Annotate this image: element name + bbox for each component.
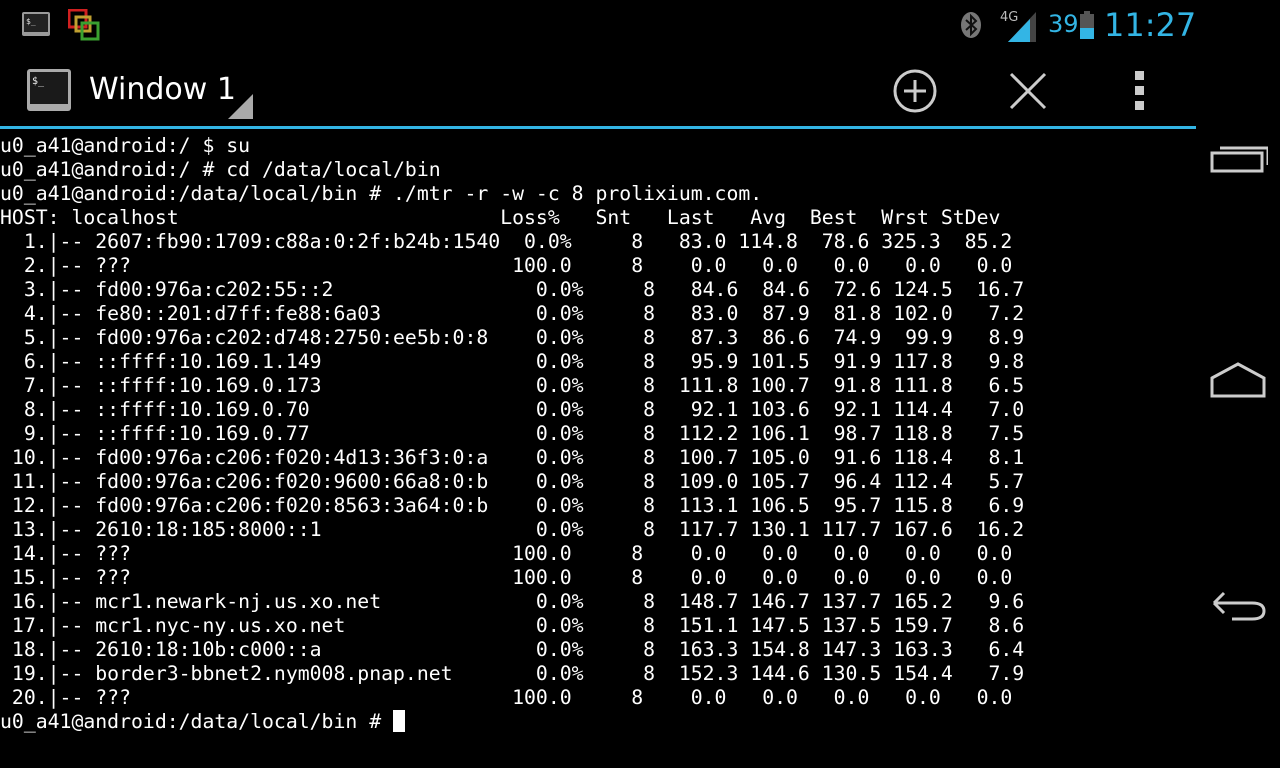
add-window-button[interactable] bbox=[891, 68, 939, 114]
terminal-line: 8.|-- ::ffff:10.169.0.70 0.0% 8 92.1 103… bbox=[0, 398, 1025, 421]
terminal-notification-icon[interactable]: $_ bbox=[21, 11, 51, 37]
terminal-app-icon: $_ bbox=[27, 69, 71, 111]
terminal-line: 7.|-- ::ffff:10.169.0.173 0.0% 8 111.8 1… bbox=[0, 374, 1025, 397]
navigation-bar bbox=[1196, 0, 1280, 768]
terminal-line: 1.|-- 2607:fb90:1709:c88a:0:2f:b24b:1540… bbox=[0, 230, 1013, 253]
bluetooth-icon bbox=[961, 12, 981, 38]
terminal-line: 17.|-- mcr1.nyc-ny.us.xo.net 0.0% 8 151.… bbox=[0, 614, 1025, 637]
terminal-line: HOST: localhost Loss% Snt Last Avg Best … bbox=[0, 206, 1001, 229]
status-bar: $_ 4G 39 11:27 bbox=[0, 0, 1196, 50]
battery-icon bbox=[1080, 11, 1094, 39]
terminal-line: 11.|-- fd00:976a:c206:f020:9600:66a8:0:b… bbox=[0, 470, 1025, 493]
text-cursor bbox=[393, 710, 406, 732]
recent-apps-button[interactable] bbox=[1208, 139, 1268, 183]
spinner-triangle-icon[interactable] bbox=[228, 94, 253, 119]
terminal-line: 16.|-- mcr1.newark-nj.us.xo.net 0.0% 8 1… bbox=[0, 590, 1025, 613]
terminal-line: 5.|-- fd00:976a:c202:d748:2750:ee5b:0:8 … bbox=[0, 326, 1025, 349]
network-label: 4G bbox=[1000, 10, 1018, 25]
multiwindow-icon[interactable] bbox=[68, 9, 100, 41]
terminal-line: 12.|-- fd00:976a:c206:f020:8563:3a64:0:b… bbox=[0, 494, 1025, 517]
home-button[interactable] bbox=[1208, 358, 1268, 402]
overflow-menu-button[interactable] bbox=[1118, 68, 1166, 114]
terminal-line: 20.|-- ??? 100.0 8 0.0 0.0 0.0 0.0 0.0 bbox=[0, 686, 1013, 709]
clock: 11:27 bbox=[1104, 6, 1197, 44]
terminal-prompt-line[interactable]: u0_a41@android:/data/local/bin # bbox=[0, 710, 1196, 734]
terminal-line: u0_a41@android:/ # cd /data/local/bin bbox=[0, 158, 441, 181]
terminal-line: 3.|-- fd00:976a:c202:55::2 0.0% 8 84.6 8… bbox=[0, 278, 1025, 301]
close-window-button[interactable] bbox=[1004, 68, 1052, 114]
terminal-line: 13.|-- 2610:18:185:8000::1 0.0% 8 117.7 … bbox=[0, 518, 1025, 541]
svg-text:$_: $_ bbox=[26, 17, 36, 26]
window-title[interactable]: Window 1 bbox=[89, 72, 236, 107]
terminal-line: 4.|-- fe80::201:d7ff:fe88:6a03 0.0% 8 83… bbox=[0, 302, 1025, 325]
terminal-line: 9.|-- ::ffff:10.169.0.77 0.0% 8 112.2 10… bbox=[0, 422, 1025, 445]
terminal-line: 18.|-- 2610:18:10b:c000::a 0.0% 8 163.3 … bbox=[0, 638, 1025, 661]
terminal-line: 6.|-- ::ffff:10.169.1.149 0.0% 8 95.9 10… bbox=[0, 350, 1025, 373]
terminal-output[interactable]: u0_a41@android:/ $ su u0_a41@android:/ # … bbox=[0, 134, 1196, 768]
terminal-lines: u0_a41@android:/ $ su u0_a41@android:/ # … bbox=[0, 134, 1196, 710]
battery-level: 39 bbox=[1048, 10, 1079, 38]
terminal-line: 19.|-- border3-bbnet2.nym008.pnap.net 0.… bbox=[0, 662, 1025, 685]
terminal-prompt: u0_a41@android:/data/local/bin # bbox=[0, 710, 394, 733]
terminal-line: 10.|-- fd00:976a:c206:f020:4d13:36f3:0:a… bbox=[0, 446, 1025, 469]
action-bar: $_ Window 1 bbox=[0, 50, 1196, 129]
back-button[interactable] bbox=[1208, 583, 1268, 627]
terminal-line: u0_a41@android:/ $ su bbox=[0, 134, 251, 157]
terminal-line: 15.|-- ??? 100.0 8 0.0 0.0 0.0 0.0 0.0 bbox=[0, 566, 1013, 589]
terminal-line: 14.|-- ??? 100.0 8 0.0 0.0 0.0 0.0 0.0 bbox=[0, 542, 1013, 565]
signal-4g-icon: 4G bbox=[1000, 10, 1036, 42]
terminal-line: u0_a41@android:/data/local/bin # ./mtr -… bbox=[0, 182, 763, 205]
svg-text:$_: $_ bbox=[32, 76, 45, 87]
terminal-line: 2.|-- ??? 100.0 8 0.0 0.0 0.0 0.0 0.0 bbox=[0, 254, 1013, 277]
